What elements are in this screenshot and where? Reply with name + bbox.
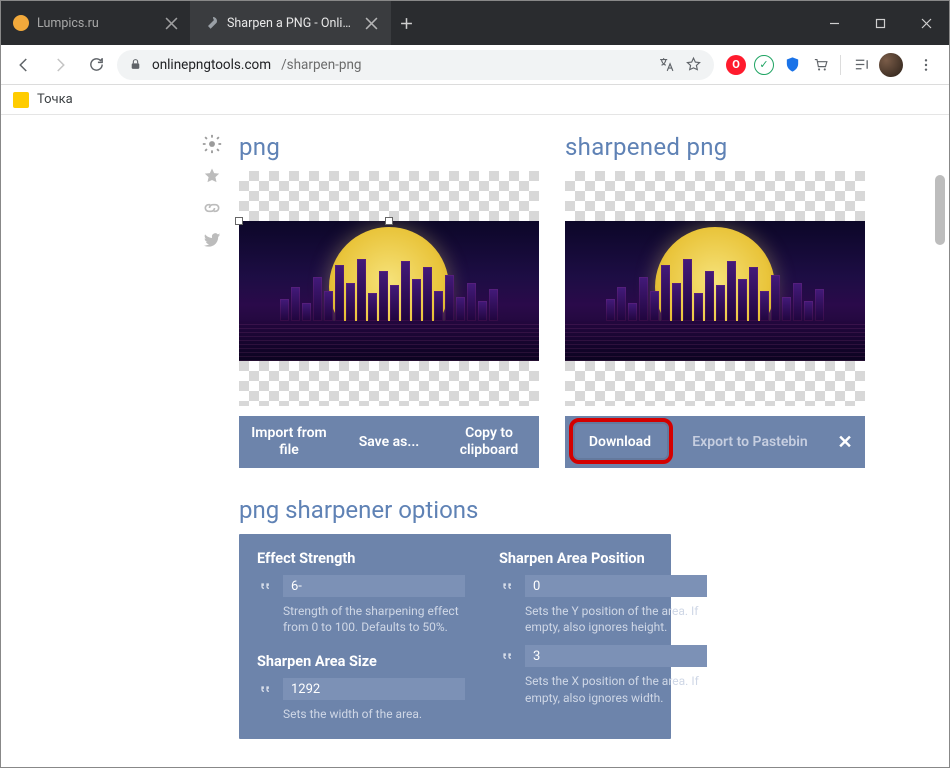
- translate-icon[interactable]: [658, 56, 675, 73]
- x-position-desc: Sets the X position of the area. If empt…: [525, 673, 707, 705]
- close-icon[interactable]: [165, 17, 178, 30]
- back-button[interactable]: [9, 50, 39, 80]
- window-controls: [811, 1, 949, 45]
- favicon-lumpics: [13, 15, 29, 31]
- area-position-label: Sharpen Area Position: [499, 550, 707, 567]
- titlebar: Lumpics.ru Sharpen a PNG - Online PNG To…: [1, 1, 949, 45]
- extension-shield-icon[interactable]: [782, 55, 802, 75]
- maximize-button[interactable]: [857, 1, 903, 45]
- area-size-label: Sharpen Area Size: [257, 653, 465, 670]
- export-pastebin-button[interactable]: Export to Pastebin: [675, 416, 825, 468]
- selection-handle[interactable]: [385, 217, 393, 225]
- url-domain: onlinepngtools.com: [152, 57, 271, 73]
- source-buttons: Import from file Save as... Copy to clip…: [239, 416, 539, 468]
- source-canvas[interactable]: [239, 171, 539, 406]
- source-title: png: [239, 133, 539, 161]
- result-title: sharpened png: [565, 133, 865, 161]
- close-window-button[interactable]: [903, 1, 949, 45]
- quote-icon: [499, 649, 517, 664]
- toolbar: onlinepngtools.com //sharpen-pngsharpen-p…: [1, 45, 949, 85]
- import-button[interactable]: Import from file: [239, 416, 339, 468]
- options-title: png sharpener options: [239, 496, 671, 524]
- save-as-button[interactable]: Save as...: [339, 416, 439, 468]
- strength-input[interactable]: [283, 575, 465, 597]
- source-panel: png: [239, 133, 539, 468]
- profile-avatar[interactable]: [879, 53, 903, 77]
- twitter-icon[interactable]: [201, 229, 223, 251]
- extension-check-icon[interactable]: ✓: [754, 55, 774, 75]
- lock-icon: [129, 58, 142, 71]
- bookmark-item[interactable]: Точка: [37, 92, 73, 107]
- bookmark-favicon: [13, 92, 29, 108]
- options-section: png sharpener options Effect Strength St…: [1, 496, 671, 739]
- strength-desc: Strength of the sharpening effect from 0…: [283, 603, 465, 635]
- x-position-input[interactable]: [525, 645, 707, 667]
- side-tools: [201, 133, 223, 251]
- options-panel: Effect Strength Strength of the sharpeni…: [239, 534, 671, 739]
- toolbar-extensions: O ✓: [720, 50, 941, 80]
- star-icon[interactable]: [201, 165, 223, 187]
- result-buttons: Download Export to Pastebin ✕: [565, 416, 865, 468]
- selection-handle[interactable]: [235, 217, 243, 225]
- address-bar[interactable]: onlinepngtools.com //sharpen-pngsharpen-p…: [117, 50, 714, 80]
- source-image: [239, 221, 539, 361]
- close-icon[interactable]: ✕: [825, 416, 865, 468]
- separator: [840, 55, 841, 75]
- gear-icon[interactable]: [201, 133, 223, 155]
- copy-clipboard-button[interactable]: Copy to clipboard: [439, 416, 539, 468]
- extension-cart-icon[interactable]: [810, 55, 830, 75]
- quote-icon: [257, 682, 275, 697]
- download-button[interactable]: Download: [565, 416, 675, 468]
- result-image: [565, 221, 865, 361]
- new-tab-button[interactable]: [391, 1, 421, 45]
- reload-button[interactable]: [81, 50, 111, 80]
- tab-title: Sharpen a PNG - Online PNG Too: [227, 16, 357, 31]
- star-icon[interactable]: [685, 56, 702, 73]
- scrollbar[interactable]: [931, 115, 947, 767]
- url-path: //sharpen-pngsharpen-png: [281, 57, 361, 73]
- effect-strength-label: Effect Strength: [257, 550, 465, 567]
- scrollbar-thumb[interactable]: [935, 175, 945, 245]
- browser-window: Lumpics.ru Sharpen a PNG - Online PNG To…: [0, 0, 950, 768]
- favicon-wrench-icon: [203, 15, 219, 31]
- link-icon[interactable]: [201, 197, 223, 219]
- reading-list-icon[interactable]: [851, 55, 871, 75]
- result-panel: sharpened png: [565, 133, 865, 468]
- minimize-button[interactable]: [811, 1, 857, 45]
- menu-icon[interactable]: [911, 50, 941, 80]
- page-content: png: [1, 115, 949, 767]
- width-input[interactable]: [283, 678, 465, 700]
- forward-button[interactable]: [45, 50, 75, 80]
- result-canvas[interactable]: [565, 171, 865, 406]
- tab-lumpics[interactable]: Lumpics.ru: [1, 1, 191, 45]
- quote-icon: [257, 579, 275, 594]
- close-icon[interactable]: [365, 17, 378, 30]
- quote-icon: [499, 579, 517, 594]
- tab-sharpen-png[interactable]: Sharpen a PNG - Online PNG Too: [191, 1, 391, 45]
- y-position-input[interactable]: [525, 575, 707, 597]
- bookmarks-bar: Точка: [1, 85, 949, 115]
- extension-opera-icon[interactable]: O: [726, 55, 746, 75]
- y-position-desc: Sets the Y position of the area. If empt…: [525, 603, 707, 635]
- width-desc: Sets the width of the area.: [283, 706, 465, 722]
- tab-title: Lumpics.ru: [37, 16, 157, 31]
